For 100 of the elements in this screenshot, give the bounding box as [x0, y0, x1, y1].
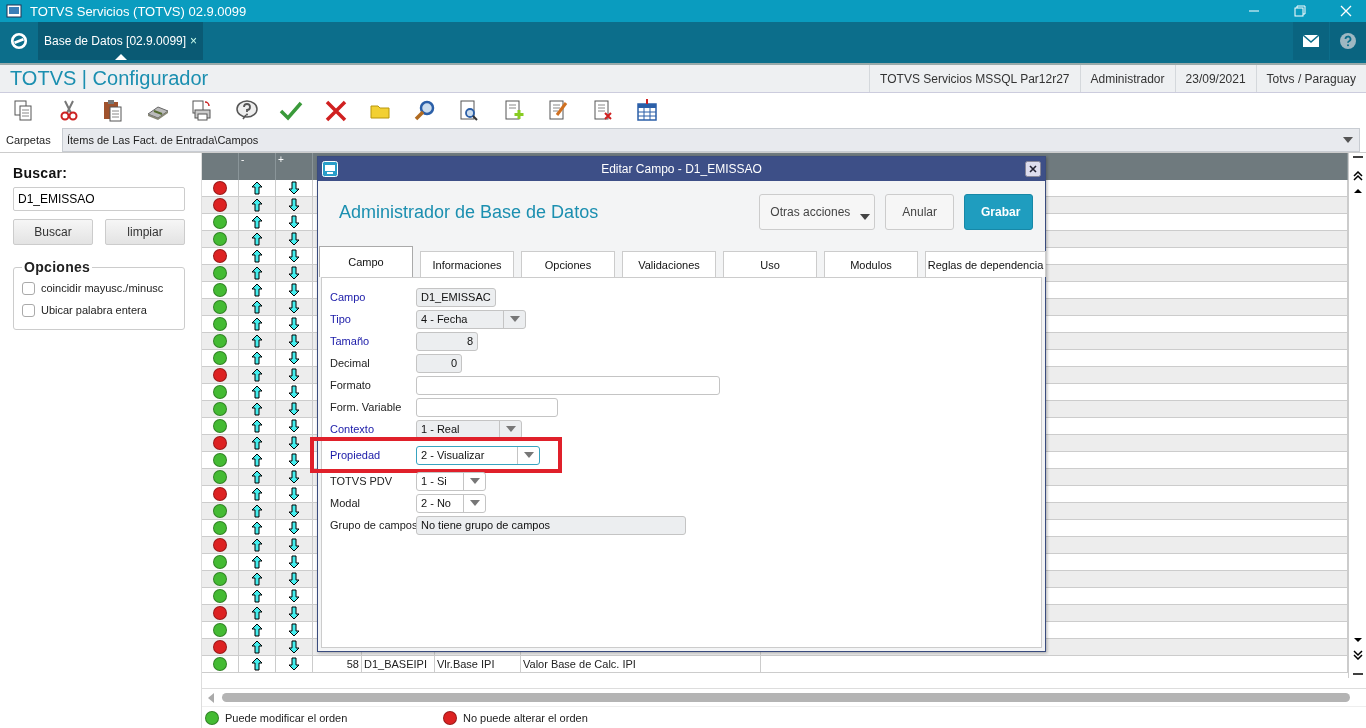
down-arrow-icon[interactable]: [288, 657, 300, 671]
up-arrow-icon[interactable]: [251, 249, 263, 263]
dialog-button[interactable]: Anular: [885, 194, 954, 230]
up-arrow-icon[interactable]: [251, 521, 263, 535]
dialog-tab[interactable]: Validaciones: [622, 251, 716, 277]
up-arrow-icon[interactable]: [251, 232, 263, 246]
down-arrow-icon[interactable]: [288, 283, 300, 297]
dialog-tab[interactable]: Campo: [319, 246, 413, 277]
horizontal-scrollbar[interactable]: [202, 688, 1366, 706]
clipboard-icon[interactable]: [101, 98, 125, 123]
up-arrow-icon[interactable]: [251, 283, 263, 297]
up-arrow-icon[interactable]: [251, 300, 263, 314]
logo-icon[interactable]: [10, 32, 28, 50]
dropdown[interactable]: 4 - Fecha: [416, 309, 526, 329]
printer-icon[interactable]: [190, 98, 214, 123]
down-arrow-icon[interactable]: [288, 521, 300, 535]
input-field[interactable]: 8: [416, 331, 478, 351]
down-arrow-icon[interactable]: [288, 317, 300, 331]
down-arrow-icon[interactable]: [288, 249, 300, 263]
down-arrow-icon[interactable]: [288, 368, 300, 382]
search-field[interactable]: D1_EMISSAO: [13, 187, 185, 211]
up-arrow-icon[interactable]: [251, 487, 263, 501]
dialog-tab[interactable]: Opciones: [521, 251, 615, 277]
down-arrow-icon[interactable]: [288, 198, 300, 212]
down-arrow-icon[interactable]: [288, 334, 300, 348]
down-arrow-icon[interactable]: [288, 453, 300, 467]
up-icon[interactable]: [1352, 186, 1363, 196]
input-field[interactable]: [416, 375, 720, 395]
up-arrow-icon[interactable]: [251, 385, 263, 399]
search-button[interactable]: Buscar: [13, 219, 93, 245]
dropdown[interactable]: 2 - No: [416, 493, 486, 513]
close-icon[interactable]: [1025, 161, 1041, 177]
up-arrow-icon[interactable]: [251, 334, 263, 348]
down-arrow-icon[interactable]: [288, 555, 300, 569]
option-label[interactable]: coincidir mayusc./minusc: [41, 282, 164, 294]
down-arrow-icon[interactable]: [288, 487, 300, 501]
search-button[interactable]: limpiar: [105, 219, 185, 245]
up-arrow-icon[interactable]: [251, 436, 263, 450]
document-edit-icon[interactable]: [546, 98, 570, 123]
up-arrow-icon[interactable]: [251, 538, 263, 552]
option-label[interactable]: Ubicar palabra entera: [41, 304, 147, 316]
up-arrow-icon[interactable]: [251, 555, 263, 569]
down-arrow-icon[interactable]: [288, 640, 300, 654]
cross-icon[interactable]: [323, 98, 348, 123]
up-arrow-icon[interactable]: [251, 453, 263, 467]
down-arrow-icon[interactable]: [288, 402, 300, 416]
down-arrow-icon[interactable]: [288, 181, 300, 195]
help-icon[interactable]: [1340, 33, 1356, 49]
up-arrow-icon[interactable]: [251, 419, 263, 433]
mail-icon[interactable]: [1303, 33, 1319, 49]
down-arrow-icon[interactable]: [288, 504, 300, 518]
down-arrow-icon[interactable]: [288, 623, 300, 637]
down-arrow-icon[interactable]: [288, 589, 300, 603]
page-down-icon[interactable]: [1352, 650, 1363, 660]
down-arrow-icon[interactable]: [288, 606, 300, 620]
up-arrow-icon[interactable]: [251, 470, 263, 484]
down-arrow-icon[interactable]: [288, 436, 300, 450]
app-tab[interactable]: Base de Datos [02.9.0099] ×: [38, 22, 204, 60]
dropdown[interactable]: 2 - Visualizar: [416, 445, 540, 465]
input-field[interactable]: [416, 397, 558, 417]
checkbox[interactable]: [22, 281, 35, 295]
up-arrow-icon[interactable]: [251, 351, 263, 365]
more-actions-button[interactable]: Otras acciones: [759, 194, 876, 230]
dialog-tab[interactable]: Modulos: [824, 251, 918, 277]
down-arrow-icon[interactable]: [288, 538, 300, 552]
down-arrow-icon[interactable]: [288, 300, 300, 314]
up-arrow-icon[interactable]: [251, 504, 263, 518]
dialog-tab[interactable]: Uso: [723, 251, 817, 277]
page-up-icon[interactable]: [1352, 171, 1363, 181]
close-tab-button[interactable]: ×: [190, 34, 198, 48]
up-arrow-icon[interactable]: [251, 657, 263, 671]
vertical-scrollbar[interactable]: [1348, 153, 1366, 678]
up-arrow-icon[interactable]: [251, 215, 263, 229]
table-icon[interactable]: [635, 98, 659, 123]
down-arrow-icon[interactable]: [288, 572, 300, 586]
up-arrow-icon[interactable]: [251, 402, 263, 416]
up-arrow-icon[interactable]: [251, 368, 263, 382]
up-arrow-icon[interactable]: [251, 606, 263, 620]
up-arrow-icon[interactable]: [251, 589, 263, 603]
magnifier-icon[interactable]: [412, 98, 437, 123]
up-arrow-icon[interactable]: [251, 640, 263, 654]
up-arrow-icon[interactable]: [251, 623, 263, 637]
down-arrow-icon[interactable]: [288, 266, 300, 280]
down-arrow-icon[interactable]: [288, 232, 300, 246]
down-arrow-icon[interactable]: [288, 470, 300, 484]
checkbox[interactable]: [22, 303, 35, 317]
dialog-tab[interactable]: Reglas de dependencia: [925, 251, 1046, 277]
up-arrow-icon[interactable]: [251, 181, 263, 195]
down-arrow-icon[interactable]: [288, 419, 300, 433]
down-arrow-icon[interactable]: [288, 351, 300, 365]
dialog-tab[interactable]: Informaciones: [420, 251, 514, 277]
input-field[interactable]: 0: [416, 353, 462, 373]
input-field[interactable]: No tiene grupo de campos: [416, 515, 686, 535]
down-arrow-icon[interactable]: [288, 215, 300, 229]
input-field[interactable]: D1_EMISSAC: [416, 287, 496, 307]
down-icon[interactable]: [1352, 635, 1363, 645]
up-arrow-icon[interactable]: [251, 266, 263, 280]
up-arrow-icon[interactable]: [251, 317, 263, 331]
down-arrow-icon[interactable]: [288, 385, 300, 399]
up-arrow-icon[interactable]: [251, 198, 263, 212]
